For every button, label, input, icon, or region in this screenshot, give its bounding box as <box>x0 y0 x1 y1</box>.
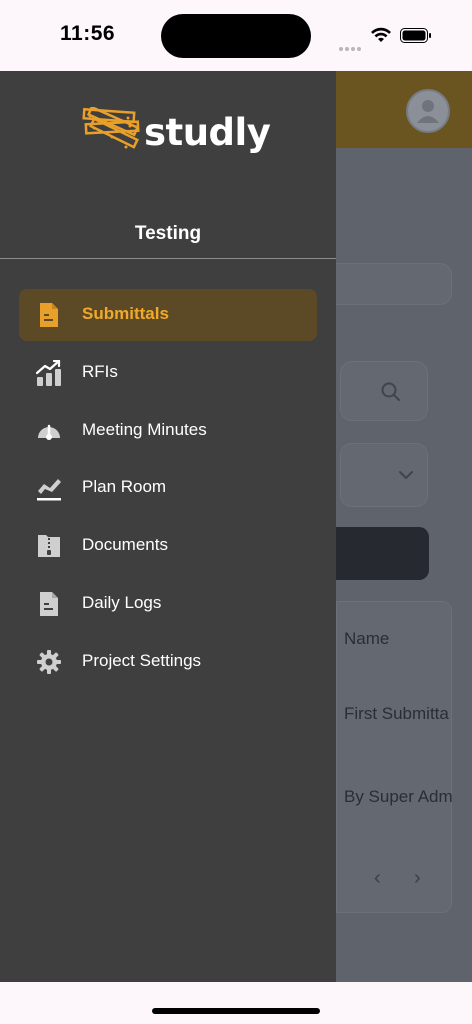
submittals-document-icon <box>40 303 58 327</box>
menu-item-label: Documents <box>82 535 168 554</box>
search-icon <box>381 382 400 401</box>
menu-item-rfis[interactable]: RFIs <box>19 347 317 399</box>
status-time: 11:56 <box>60 22 116 45</box>
background-column-header: Name <box>344 629 390 648</box>
background-row-author: By Super Adm <box>344 787 453 806</box>
daily-log-document-icon <box>40 591 58 616</box>
chevron-left-icon: ‹ <box>374 867 381 889</box>
gauge-icon <box>38 424 60 440</box>
chevron-right-icon: › <box>414 867 421 889</box>
background-tab-bar <box>316 263 452 305</box>
avatar <box>406 89 450 133</box>
signal-dots-icon <box>339 38 363 56</box>
menu-item-label: Daily Logs <box>82 592 162 612</box>
chevron-down-icon <box>399 471 413 479</box>
logo-text: studly <box>144 111 271 154</box>
zip-folder-icon <box>38 535 60 557</box>
battery-icon <box>400 28 431 43</box>
rfi-chart-icon <box>36 359 61 386</box>
studly-logo: studly <box>82 105 271 163</box>
drawer-menu: Submittals RFIs Meeting Minutes Plan Roo… <box>19 289 317 693</box>
menu-item-label: Meeting Minutes <box>82 419 207 439</box>
bottom-bar <box>0 982 472 1024</box>
home-indicator[interactable] <box>152 1008 320 1014</box>
background-action-button <box>336 527 429 580</box>
divider <box>0 258 336 259</box>
dynamic-island <box>161 14 311 58</box>
menu-item-label: RFIs <box>82 361 118 381</box>
menu-item-daily-logs[interactable]: Daily Logs <box>19 578 317 630</box>
project-name: Testing <box>134 223 202 244</box>
menu-item-label: Project Settings <box>82 650 202 670</box>
background-row-title: First Submitta <box>344 704 449 723</box>
plan-room-icon <box>37 479 61 501</box>
studly-logo-icon <box>82 105 140 149</box>
menu-item-meeting-minutes[interactable]: Meeting Minutes <box>19 405 317 457</box>
menu-item-label: Submittals <box>82 304 169 323</box>
menu-item-documents[interactable]: Documents <box>19 520 317 572</box>
screen: 11:56 Name First Submitta By Super Adm ‹… <box>0 0 472 1024</box>
gear-icon <box>37 649 61 674</box>
menu-item-plan-room[interactable]: Plan Room <box>19 462 317 514</box>
menu-item-project-settings[interactable]: Project Settings <box>19 636 317 688</box>
menu-item-label: Plan Room <box>82 477 167 497</box>
navigation-drawer: studly Testing Submittals RFIs Meeting M… <box>0 71 336 982</box>
user-icon <box>417 100 439 123</box>
wifi-icon <box>371 27 391 42</box>
status-bar: 11:56 <box>0 0 472 71</box>
menu-item-submittals[interactable]: Submittals <box>19 289 317 341</box>
